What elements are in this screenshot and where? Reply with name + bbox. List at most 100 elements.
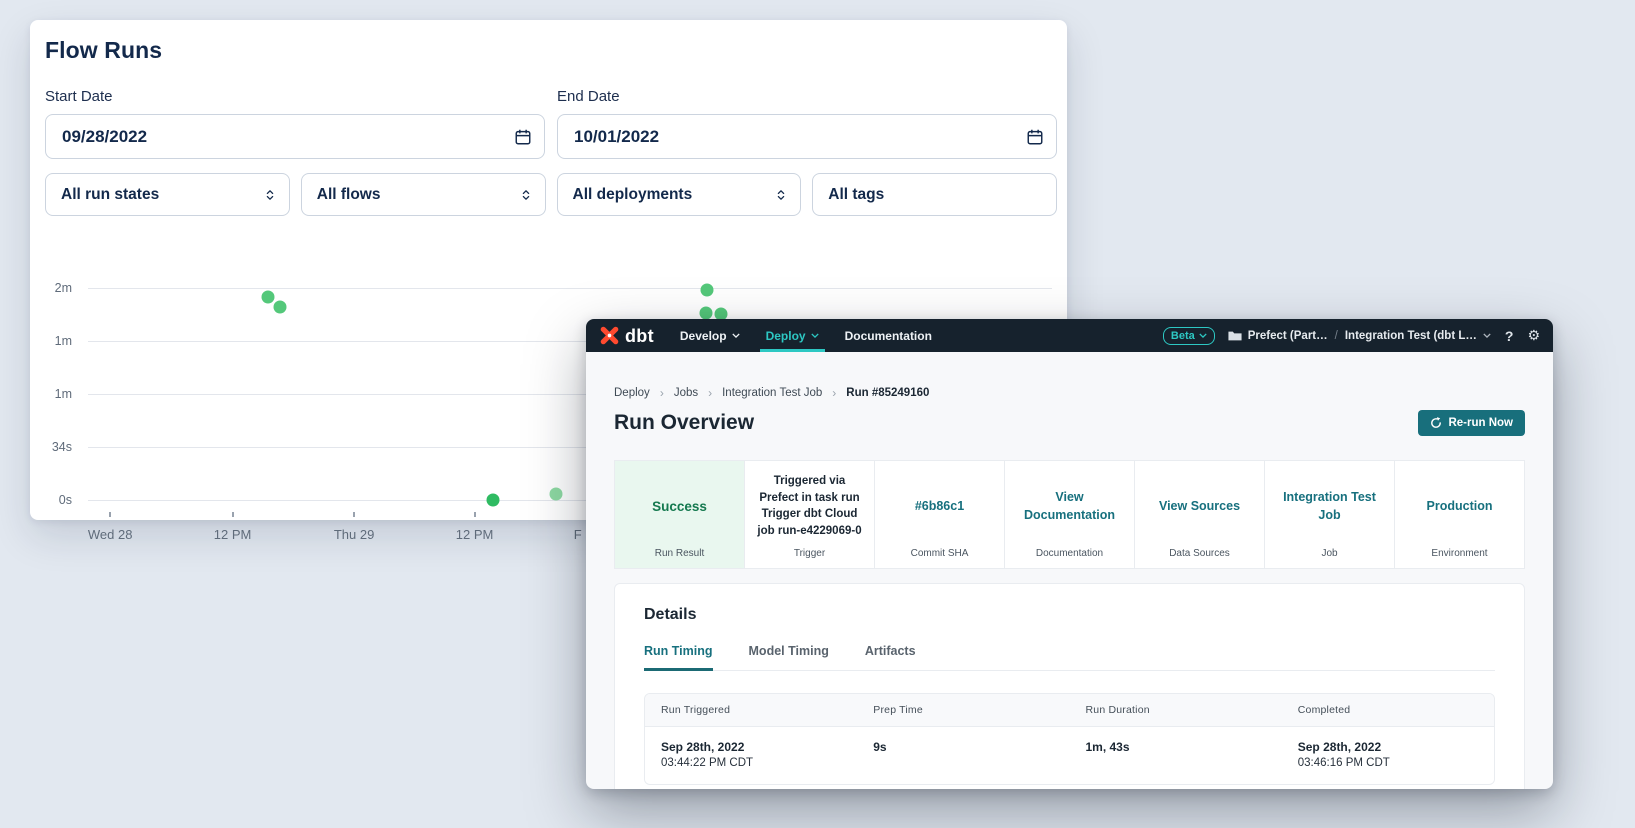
settings-gear-icon[interactable]: ⚙ — [1527, 329, 1540, 343]
flow-run-point[interactable] — [699, 307, 712, 320]
dbt-logo[interactable]: dbt — [599, 325, 654, 346]
status-card-caption: Job — [1265, 548, 1394, 559]
filter-select-all-deployments[interactable]: All deployments — [557, 173, 802, 216]
status-card-commit-sha[interactable]: #6b86c1 Commit SHA — [874, 461, 1004, 568]
column-header-prep-time: Prep Time — [857, 694, 1069, 726]
nav-menu-label: Develop — [680, 329, 727, 343]
nav-menu-label: Documentation — [845, 329, 932, 343]
rerun-now-button[interactable]: Re-run Now — [1418, 410, 1525, 436]
flow-run-point[interactable] — [700, 283, 713, 296]
table-cell-run-triggered: Sep 28th, 202203:44:22 PM CDT — [645, 727, 857, 784]
status-card-value[interactable]: Production — [1427, 497, 1493, 515]
status-card-trigger: Triggered via Prefect in task run Trigge… — [744, 461, 874, 568]
table-cell-run-duration: 1m, 43s — [1070, 727, 1282, 784]
status-card-value[interactable]: Integration Test Job — [1275, 488, 1384, 524]
status-card-value[interactable]: View Documentation — [1015, 488, 1124, 524]
x-axis-label: 12 PM — [456, 527, 494, 542]
nav-menu-label: Deploy — [766, 329, 806, 343]
y-axis-label: 1m — [55, 387, 72, 401]
status-card-caption: Documentation — [1005, 548, 1134, 559]
chevron-up-down-icon — [263, 188, 277, 202]
details-title: Details — [644, 606, 1495, 624]
breadcrumb-item-integration-test-job[interactable]: Integration Test Job — [722, 387, 822, 399]
calendar-icon[interactable] — [1026, 128, 1044, 146]
filter-select-all-run-states[interactable]: All run states — [45, 173, 290, 216]
start-date-group: Start Date — [45, 88, 545, 159]
table-cell-sub: 03:46:16 PM CDT — [1298, 757, 1478, 769]
table-row: Sep 28th, 202203:44:22 PM CDT9s 1m, 43s Se… — [645, 727, 1494, 784]
project-breadcrumb[interactable]: Prefect (Part… / Integration Test (dbt L… — [1228, 330, 1491, 342]
chevron-down-icon — [732, 333, 740, 338]
tab-run-timing[interactable]: Run Timing — [644, 644, 713, 671]
calendar-icon[interactable] — [514, 128, 532, 146]
chevron-down-icon — [1483, 333, 1491, 338]
beta-dropdown[interactable]: Beta — [1163, 327, 1215, 345]
status-card-caption: Run Result — [615, 548, 744, 559]
breadcrumb-item-jobs[interactable]: Jobs — [674, 387, 698, 399]
run-timing-table: Run TriggeredPrep TimeRun DurationComple… — [644, 693, 1495, 785]
tab-artifacts[interactable]: Artifacts — [865, 644, 916, 670]
y-axis-label: 0s — [59, 493, 72, 507]
filters-row: All run states All flows All deployments Al… — [45, 173, 1057, 216]
table-cell-main: Sep 28th, 2022 — [661, 740, 841, 754]
x-axis-tick — [109, 512, 111, 517]
filter-select-all-flows[interactable]: All flows — [301, 173, 546, 216]
end-date-input[interactable] — [557, 114, 1057, 159]
status-card-data-sources[interactable]: View SourcesData Sources — [1134, 461, 1264, 568]
table-cell-main: Sep 28th, 2022 — [1298, 740, 1478, 754]
breadcrumb: Deploy›Jobs›Integration Test Job›Run #85… — [614, 386, 1525, 400]
chevron-right-icon: › — [660, 386, 664, 400]
breadcrumb-item-deploy[interactable]: Deploy — [614, 387, 650, 399]
nav-menu-develop[interactable]: Develop — [680, 319, 740, 352]
y-axis-label: 1m — [55, 334, 72, 348]
nav-menu-documentation[interactable]: Documentation — [845, 319, 932, 352]
x-axis-tick — [232, 512, 234, 517]
y-axis-label: 34s — [52, 440, 72, 454]
status-card-caption: Trigger — [745, 548, 874, 559]
table-header-row: Run TriggeredPrep TimeRun DurationComple… — [645, 694, 1494, 727]
chart-gridline — [88, 288, 1052, 289]
end-date-group: End Date — [557, 88, 1057, 159]
status-card-value[interactable]: #6b86c1 — [915, 497, 964, 515]
table-cell-prep-time: 9s — [857, 727, 1069, 784]
filter-select-label: All flows — [317, 186, 381, 204]
chevron-up-down-icon — [519, 188, 533, 202]
status-card-job[interactable]: Integration Test Job Job — [1264, 461, 1394, 568]
flow-run-point[interactable] — [486, 494, 499, 507]
table-cell-main: 1m, 43s — [1086, 740, 1266, 754]
x-axis-label: F — [574, 527, 582, 542]
tab-model-timing[interactable]: Model Timing — [749, 644, 829, 670]
filter-select-all-tags[interactable]: All tags — [812, 173, 1057, 216]
environment-name: Integration Test (dbt L… — [1345, 330, 1477, 342]
status-card-value[interactable]: View Sources — [1159, 497, 1240, 515]
status-card-caption: Environment — [1395, 548, 1524, 559]
flow-run-point[interactable] — [262, 290, 275, 303]
filter-select-label: All run states — [61, 186, 159, 204]
chevron-right-icon: › — [708, 386, 712, 400]
project-name: Prefect (Part… — [1248, 330, 1328, 342]
filter-select-label: All deployments — [573, 186, 693, 204]
chart-y-axis: 2m1m1m34s0s — [30, 288, 78, 500]
status-card-caption: Commit SHA — [875, 548, 1004, 559]
filter-select-label: All tags — [828, 186, 884, 204]
help-icon[interactable]: ? — [1504, 328, 1515, 344]
start-date-label: Start Date — [45, 88, 545, 105]
x-axis-label: Wed 28 — [88, 527, 133, 542]
flow-run-point[interactable] — [549, 488, 562, 501]
flow-run-point[interactable] — [273, 301, 286, 314]
column-header-run-triggered: Run Triggered — [645, 694, 857, 726]
nav-menu-deploy[interactable]: Deploy — [766, 319, 819, 352]
x-axis-label: 12 PM — [214, 527, 252, 542]
chevron-up-down-icon — [774, 188, 788, 202]
status-card-environment[interactable]: Production Environment — [1394, 461, 1524, 568]
status-card-documentation[interactable]: View Documentation Documentation — [1004, 461, 1134, 568]
start-date-input[interactable] — [45, 114, 545, 159]
x-axis-label: Thu 29 — [334, 527, 374, 542]
dbt-logo-icon — [599, 325, 620, 346]
dbt-logo-text: dbt — [625, 327, 654, 345]
table-cell-completed: Sep 28th, 2022 03:46:16 PM CDT — [1282, 727, 1494, 784]
page-title: Run Overview — [614, 411, 754, 435]
refresh-icon — [1430, 417, 1442, 429]
x-axis-tick — [474, 512, 476, 517]
status-card-value: Success — [652, 497, 707, 517]
